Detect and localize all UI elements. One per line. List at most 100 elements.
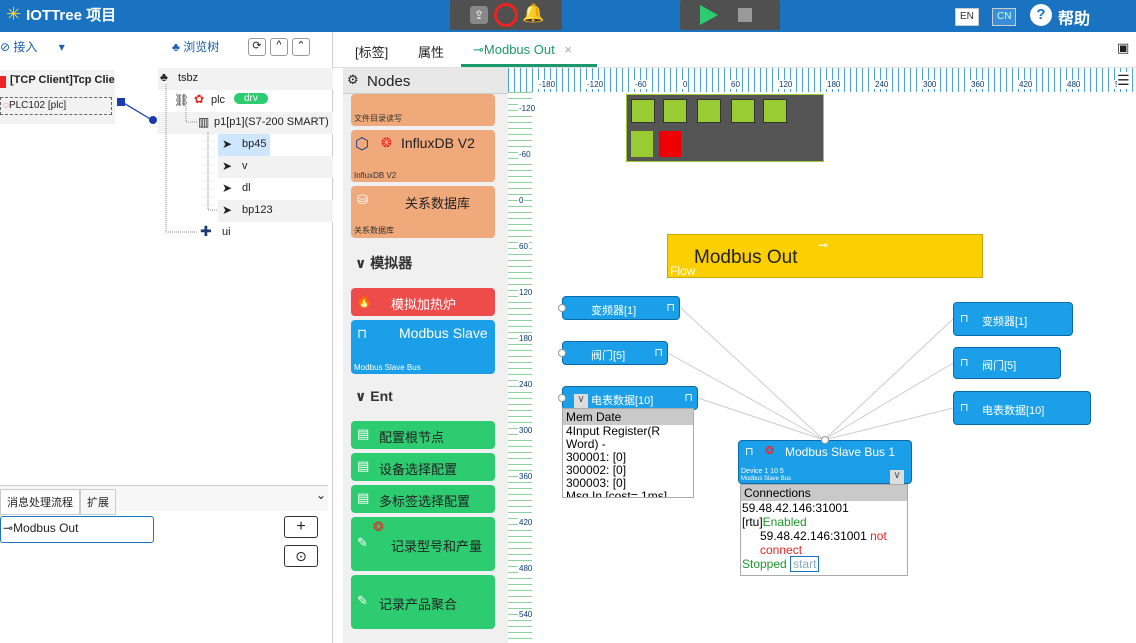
chevron-down-icon[interactable]: ⌄ xyxy=(316,488,326,502)
node-label: 阀门[5] xyxy=(982,360,1017,372)
palette-item-device-select[interactable]: ▤ 设备选择配置 xyxy=(351,453,495,481)
stop-icon[interactable] xyxy=(738,8,752,22)
active-tab-underline xyxy=(461,64,597,67)
bus-icon: ⊓ xyxy=(654,347,663,359)
palette-header: ⚙ Nodes xyxy=(343,68,508,94)
bus-icon: ⊓ xyxy=(745,446,754,458)
flow-icon: ⊸ xyxy=(473,42,484,57)
palette-item-label: 记录产品聚合 xyxy=(379,597,458,612)
palette-item-file[interactable]: 文件目录读写 xyxy=(351,94,495,126)
bus-icon: ⊓ xyxy=(357,326,368,341)
palette-item-sub: 文件目录读写 xyxy=(354,114,402,123)
output-node[interactable]: ⊓ 阀门[5] xyxy=(953,347,1061,379)
section-label: 模拟器 xyxy=(370,255,413,271)
output-node[interactable]: ⊓ 变频器[1] xyxy=(953,302,1073,336)
play-icon[interactable] xyxy=(700,5,718,25)
connections-header: Connections xyxy=(741,485,907,501)
edit-icon: ✎ xyxy=(357,593,368,608)
lang-cn-button[interactable]: CN xyxy=(992,8,1017,26)
palette-item-root-config[interactable]: ▤ 配置根节点 xyxy=(351,421,495,449)
node-port[interactable] xyxy=(821,436,829,444)
palette-item-label: 配置根节点 xyxy=(379,430,445,445)
connections-popup: Connections 59.48.42.146:31001 [rtu]Enab… xyxy=(740,484,908,576)
node-label: 阀门[5] xyxy=(591,350,626,362)
tab-msg-flow[interactable]: 消息处理流程 xyxy=(0,489,80,515)
palette-item-modbus-slave[interactable]: ⊓ Modbus Slave Modbus Slave Bus xyxy=(351,320,495,374)
palette-item-label: 多标签选择配置 xyxy=(379,494,471,509)
client-address: 59.48.42.146:31001 xyxy=(760,529,867,543)
palette-item-influxdb[interactable]: ⬡ ❂ InfluxDB V2 InfluxDB V2 xyxy=(351,130,495,182)
palette-item-multi-tag[interactable]: ▤ 多标签选择配置 xyxy=(351,485,495,513)
node-port[interactable] xyxy=(558,394,566,402)
app-title: IOTTree 项目 xyxy=(26,7,117,24)
palette-item-database[interactable]: ⛁ 关系数据库 关系数据库 xyxy=(351,186,495,238)
editor-area: [标签] 属性 ⊸Modbus Out × ▣ ⚙ Nodes 文件目录读写 ⬡… xyxy=(333,32,1136,643)
rtu-label: [rtu] xyxy=(742,515,763,529)
bus-title: Modbus Slave Bus 1 xyxy=(785,445,896,459)
bus-icon: ⊓ xyxy=(666,302,675,314)
mem-data-popup: Mem Date 4Input Register(R Word) - 30000… xyxy=(562,408,694,498)
node-label: 电表数据[10] xyxy=(982,405,1045,417)
palette-item-label: InfluxDB V2 xyxy=(401,135,475,151)
stop-circle-icon[interactable] xyxy=(494,3,518,27)
clipboard-icon: ▤ xyxy=(357,458,370,473)
lang-en-button[interactable]: EN xyxy=(955,8,979,26)
input-node[interactable]: 阀门[5] ⊓ xyxy=(562,341,668,365)
palette-item-heater[interactable]: 🔥 模拟加热炉 xyxy=(351,288,495,316)
palette-item-sub: 关系数据库 xyxy=(354,226,394,235)
tab-modbus-out-label: Modbus Out xyxy=(483,42,555,57)
hexagon-icon: ⬡ xyxy=(355,136,369,153)
help-icon[interactable]: ? xyxy=(1030,4,1052,26)
fire-icon: 🔥 xyxy=(356,293,373,308)
flow-icon: ⊸ xyxy=(3,521,14,535)
section-simulator[interactable]: ∨ 模拟器 xyxy=(355,253,412,273)
tab-modbus-out[interactable]: ⊸Modbus Out × xyxy=(473,42,572,58)
chevron-down-icon[interactable]: ∨ xyxy=(574,394,588,408)
palette-item-sub: InfluxDB V2 xyxy=(354,171,397,180)
bus-icon: ⊓ xyxy=(960,402,969,414)
bus-icon: ⊓ xyxy=(684,392,693,404)
run-icon: ❂ xyxy=(381,135,392,150)
node-palette: ⚙ Nodes 文件目录读写 ⬡ ❂ InfluxDB V2 InfluxDB … xyxy=(343,68,509,643)
connection-address: 59.48.42.146:31001 xyxy=(742,501,849,515)
input-node[interactable]: 变频器[1] ⊓ xyxy=(562,296,680,320)
clipboard-icon: ▤ xyxy=(357,490,370,505)
bus-icon: ⊓ xyxy=(960,313,969,325)
add-button[interactable]: + xyxy=(284,516,318,538)
output-node[interactable]: ⊓ 电表数据[10] xyxy=(953,391,1091,425)
left-panel: ⊘ 接入 ▾ ♣ 浏览树 ⟳ ^ ⌃ [TCP Client]Tcp Clie … xyxy=(0,32,333,643)
chevron-down-icon[interactable]: ∨ xyxy=(890,470,904,484)
modbus-slave-bus-node[interactable]: ⊓ ❂ Modbus Slave Bus 1 Device 1 10 5 Mod… xyxy=(738,440,912,484)
tab-extension[interactable]: 扩展 xyxy=(80,489,116,515)
node-port[interactable] xyxy=(558,349,566,357)
import-button[interactable]: ⊙ xyxy=(284,545,318,567)
bell-icon[interactable]: 🔔 xyxy=(522,3,544,24)
tab-props[interactable]: 属性 xyxy=(418,42,444,61)
enabled-status: Enabled xyxy=(762,515,807,529)
start-button[interactable]: start xyxy=(790,556,820,572)
palette-item-label: 模拟加热炉 xyxy=(391,297,457,312)
palette-item-label: 关系数据库 xyxy=(405,196,471,211)
flow-item-label: Modbus Out xyxy=(13,521,79,535)
editor-tabs: [标签] 属性 ⊸Modbus Out × ▣ xyxy=(333,32,1136,68)
gears-icon: ⚙ xyxy=(347,72,359,87)
bus-icon: ⊓ xyxy=(960,357,969,369)
window-icon[interactable]: ▣ xyxy=(1117,40,1129,56)
logo-icon: ✳ xyxy=(6,4,22,24)
palette-item-record[interactable]: ✎ ❂ 记录型号和产量 xyxy=(351,517,495,571)
flow-item-modbus-out[interactable]: ⊸Modbus Out xyxy=(0,516,154,543)
section-ent[interactable]: ∨ Ent xyxy=(355,388,393,405)
section-label: Ent xyxy=(370,388,393,404)
help-button[interactable]: 帮助 xyxy=(1058,5,1090,29)
share-icon[interactable]: ⇪ xyxy=(470,6,488,24)
node-port[interactable] xyxy=(558,304,566,312)
flow-canvas[interactable]: -180-120-60060120180240300360420480540 -… xyxy=(508,68,1136,643)
edit-icon: ✎ xyxy=(357,535,368,550)
tab-tags[interactable]: [标签] xyxy=(355,42,388,61)
close-icon[interactable]: × xyxy=(564,42,572,57)
node-label: 变频器[1] xyxy=(591,305,637,317)
database-icon: ⛁ xyxy=(357,192,368,207)
stopped-status: Stopped xyxy=(742,557,787,571)
not-connect-status: connect xyxy=(760,543,803,557)
palette-item-aggregate[interactable]: ✎ 记录产品聚合 xyxy=(351,575,495,629)
